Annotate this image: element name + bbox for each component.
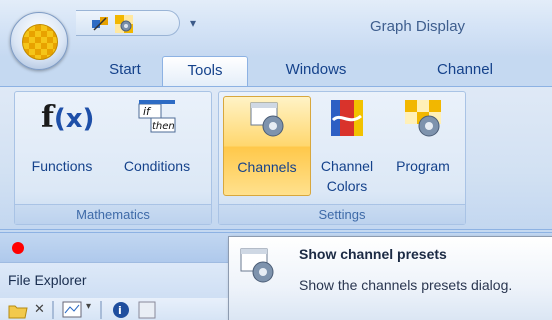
connect-icon[interactable] (90, 14, 110, 34)
program-gear-icon (405, 100, 441, 137)
ribbon-tabs: Start Tools Windows Channel (0, 56, 552, 86)
toolbar-separator-2 (100, 301, 102, 319)
chart-view-dropdown-icon[interactable]: ▾ (86, 301, 91, 319)
file-explorer-title: File Explorer (8, 272, 87, 288)
toolbar-separator (52, 301, 54, 319)
tab-channel[interactable]: Channel (410, 56, 520, 86)
group-mathematics: f(x) Functions if then Conditions Mathem… (14, 91, 212, 225)
channel-colors-label: Channel Colors (311, 156, 383, 196)
window-title: Graph Display (370, 18, 466, 35)
quick-access-toolbar (76, 10, 180, 36)
channels-tooltip: Show channel presets Show the channels p… (228, 236, 552, 320)
channel-colors-icon (331, 100, 363, 136)
if-then-icon: if then (138, 100, 176, 133)
channel-colors-line2: Colors (326, 178, 368, 194)
channels-button[interactable]: Channels (223, 96, 311, 196)
application-menu-button[interactable] (10, 12, 68, 70)
program-button[interactable]: Program (383, 96, 463, 196)
svg-text:i: i (118, 304, 122, 317)
chart-view-icon[interactable] (62, 301, 84, 319)
open-folder-icon[interactable] (8, 301, 28, 319)
customize-toolbar-dropdown[interactable]: ▾ (186, 12, 200, 34)
tooltip-description: Show the channels presets dialog. (299, 277, 513, 293)
function-fx-icon: f(x) (41, 100, 95, 135)
delete-icon[interactable]: ✕ (34, 301, 45, 319)
tooltip-title: Show channel presets (299, 246, 447, 262)
info-icon[interactable]: i (112, 301, 130, 319)
settings-icon[interactable] (138, 301, 156, 319)
settings-gear-icon[interactable] (114, 14, 134, 34)
tab-tools[interactable]: Tools (162, 56, 248, 86)
functions-label: Functions (31, 158, 93, 174)
program-label: Program (396, 158, 450, 174)
channel-gear-icon (240, 248, 274, 283)
channel-gear-icon (250, 102, 284, 137)
app-logo-icon (22, 24, 58, 60)
tab-start[interactable]: Start (90, 56, 160, 86)
channel-colors-line1: Channel (320, 158, 374, 174)
group-label-mathematics: Mathematics (15, 204, 211, 224)
conditions-label: Conditions (123, 158, 191, 174)
record-indicator-icon (12, 242, 24, 254)
tab-windows[interactable]: Windows (266, 56, 366, 86)
svg-text:then: then (152, 121, 175, 132)
channels-label: Channels (237, 159, 297, 175)
group-label-settings: Settings (219, 204, 465, 224)
ribbon-panel: f(x) Functions if then Conditions Mathem… (0, 86, 552, 230)
conditions-button[interactable]: if then Conditions (107, 96, 207, 192)
channel-colors-button[interactable]: Channel Colors (311, 96, 383, 196)
group-settings: Channels Channel Colors Program Settings (218, 91, 466, 225)
title-bar: ▾ Graph Display (0, 0, 552, 56)
functions-button[interactable]: f(x) Functions (17, 96, 107, 192)
